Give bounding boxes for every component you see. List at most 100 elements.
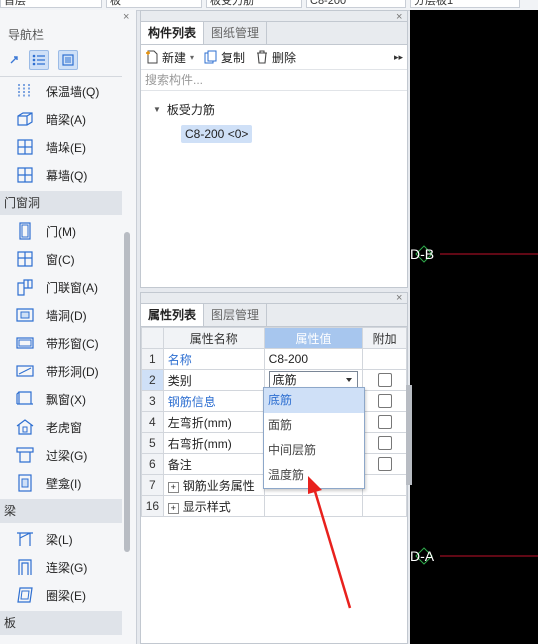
prop-value[interactable]: C8-200: [263, 348, 364, 370]
extra-checkbox[interactable]: [377, 415, 392, 429]
extra-checkbox[interactable]: [377, 394, 392, 408]
prop-extra: [362, 348, 407, 370]
nav-item-bay-window[interactable]: 飘窗(X): [14, 386, 122, 412]
row-number: 2: [141, 369, 164, 391]
detail-view-icon[interactable]: [58, 50, 78, 70]
prop-name-group[interactable]: + 钢筋业务属性: [162, 474, 265, 496]
prop-extra[interactable]: [362, 390, 407, 412]
lintel-icon: [14, 444, 36, 466]
list-view-icon[interactable]: [29, 50, 49, 70]
nav-group-beams[interactable]: 梁: [0, 499, 122, 523]
window-icon: [14, 248, 36, 270]
nav-scrollbar[interactable]: [124, 232, 130, 552]
extra-checkbox[interactable]: [377, 457, 392, 471]
nav-item-strip-window[interactable]: 带形窗(C): [14, 330, 122, 356]
pin-icon[interactable]: [4, 50, 24, 70]
prop-extra[interactable]: [362, 369, 407, 391]
nav-item-label: 墙垛(E): [46, 140, 86, 155]
tab-drawing-management[interactable]: 图纸管理: [204, 22, 268, 44]
property-tabs: 属性列表 图层管理: [141, 304, 407, 327]
trash-icon: [257, 50, 268, 64]
nav-group-slab[interactable]: 板: [0, 611, 122, 635]
nav-item-door[interactable]: 门(M): [14, 218, 122, 244]
table-row[interactable]: 1 名称 C8-200: [141, 348, 407, 370]
expand-icon[interactable]: +: [167, 502, 179, 514]
nav-item-dormer-window[interactable]: 老虎窗: [14, 414, 122, 440]
extra-checkbox[interactable]: [377, 436, 392, 450]
dropdown-option-top-bar[interactable]: 面筋: [264, 413, 364, 438]
table-header-row: 属性名称 属性值 附加: [141, 327, 407, 349]
prop-name: 钢筋业务属性: [182, 478, 255, 493]
component-list-panel: 构件列表 图纸管理 新建 ▾ 复制 删除 ▸▸ 搜索构件... ▼ 板受力筋 C…: [140, 10, 408, 288]
prop-extra[interactable]: [362, 432, 407, 454]
nav-item-label: 窗(C): [46, 252, 75, 267]
component-search-input[interactable]: 搜索构件...: [141, 69, 407, 91]
dormer-window-icon: [14, 416, 36, 438]
nav-item-niche[interactable]: 壁龛(I): [14, 470, 122, 496]
copy-button[interactable]: 复制: [204, 49, 245, 66]
nav-item-beam[interactable]: 梁(L): [14, 526, 122, 552]
category-select[interactable]: 板: [106, 0, 202, 8]
bay-window-icon: [14, 388, 36, 410]
header-extra: 附加: [362, 327, 407, 349]
tab-layer-management[interactable]: 图层管理: [204, 304, 268, 326]
nav-item-label: 暗梁(A): [46, 112, 86, 127]
copy-icon: [204, 50, 217, 64]
new-dropdown-caret-icon[interactable]: ▾: [190, 53, 194, 62]
nav-title: 导航栏: [8, 28, 45, 42]
nav-group-openings[interactable]: 门窗洞: [0, 191, 122, 215]
curtain-wall-icon: [14, 164, 36, 186]
delete-button[interactable]: 删除: [255, 49, 296, 66]
component-panel-close-button[interactable]: ×: [396, 11, 402, 23]
nav-item-strip-hole[interactable]: 带形洞(D): [14, 358, 122, 384]
arrow-shaft: [312, 487, 352, 609]
extra-checkbox[interactable]: [377, 373, 392, 387]
prop-name: 类别: [162, 369, 265, 391]
prop-extra[interactable]: [362, 411, 407, 433]
component-tree: ▼ 板受力筋 C8-200 <0>: [141, 91, 407, 291]
tree-node-child-selected[interactable]: C8-200 <0>: [181, 125, 253, 143]
nav-item-ring-beam[interactable]: 圈梁(E): [14, 582, 122, 608]
nav-item-door-window[interactable]: 门联窗(A): [14, 274, 122, 300]
component-select[interactable]: C8-200: [306, 0, 406, 8]
wall-pier-icon: [14, 136, 36, 158]
expand-icon[interactable]: +: [167, 481, 179, 493]
header-prop-name: 属性名称: [162, 327, 265, 349]
more-tools-icon[interactable]: ▸▸: [394, 52, 403, 63]
nav-item-lintel[interactable]: 过梁(G): [14, 442, 122, 468]
new-button[interactable]: 新建 ▾: [145, 49, 194, 66]
nav-item-label: 过梁(G): [46, 448, 88, 463]
tree-node-parent[interactable]: ▼ 板受力筋: [153, 101, 215, 118]
nav-item-hidden-beam[interactable]: 暗梁(A): [14, 106, 122, 132]
combobox-value: 底筋: [272, 373, 297, 387]
insulation-wall-icon: [14, 80, 36, 102]
nav-item-curtain-wall[interactable]: 幕墙(Q): [14, 162, 122, 188]
nav-item-coupling-beam[interactable]: 连梁(G): [14, 554, 122, 580]
prop-name-group[interactable]: + 显示样式: [162, 495, 265, 517]
nav-divider: [0, 76, 122, 77]
arrow-head-icon: [308, 476, 322, 494]
dropdown-arrow-icon[interactable]: [346, 378, 353, 382]
nav-item-window[interactable]: 窗(C): [14, 246, 122, 272]
row-number: 6: [141, 453, 164, 475]
tab-property-list[interactable]: 属性列表: [141, 304, 205, 326]
component-type-select[interactable]: 板受力筋: [206, 0, 302, 8]
strip-hole-icon: [14, 360, 36, 382]
collapse-caret-icon[interactable]: ▼: [153, 105, 161, 114]
row-number: 7: [141, 474, 164, 496]
row-number: 5: [141, 432, 164, 454]
nav-item-label: 飘窗(X): [46, 392, 86, 407]
nav-item-wall-pier[interactable]: 墙垛(E): [14, 134, 122, 160]
nav-close-button[interactable]: ×: [123, 11, 129, 23]
nav-item-label: 圈梁(E): [46, 588, 86, 603]
dropdown-option-middle-bar[interactable]: 中间层筋: [264, 438, 364, 463]
property-panel-close-button[interactable]: ×: [396, 292, 402, 304]
nav-item-wall-hole[interactable]: 墙洞(D): [14, 302, 122, 328]
layer-select[interactable]: 分层板1: [410, 0, 520, 8]
tab-component-list[interactable]: 构件列表: [141, 22, 205, 44]
dropdown-option-bottom-bar[interactable]: 底筋: [264, 388, 364, 413]
coupling-beam-icon: [14, 556, 36, 578]
nav-item-label: 门联窗(A): [46, 280, 98, 295]
floor-select[interactable]: 首层: [0, 0, 102, 8]
nav-item-insulation-wall[interactable]: 保温墙(Q): [14, 78, 122, 104]
